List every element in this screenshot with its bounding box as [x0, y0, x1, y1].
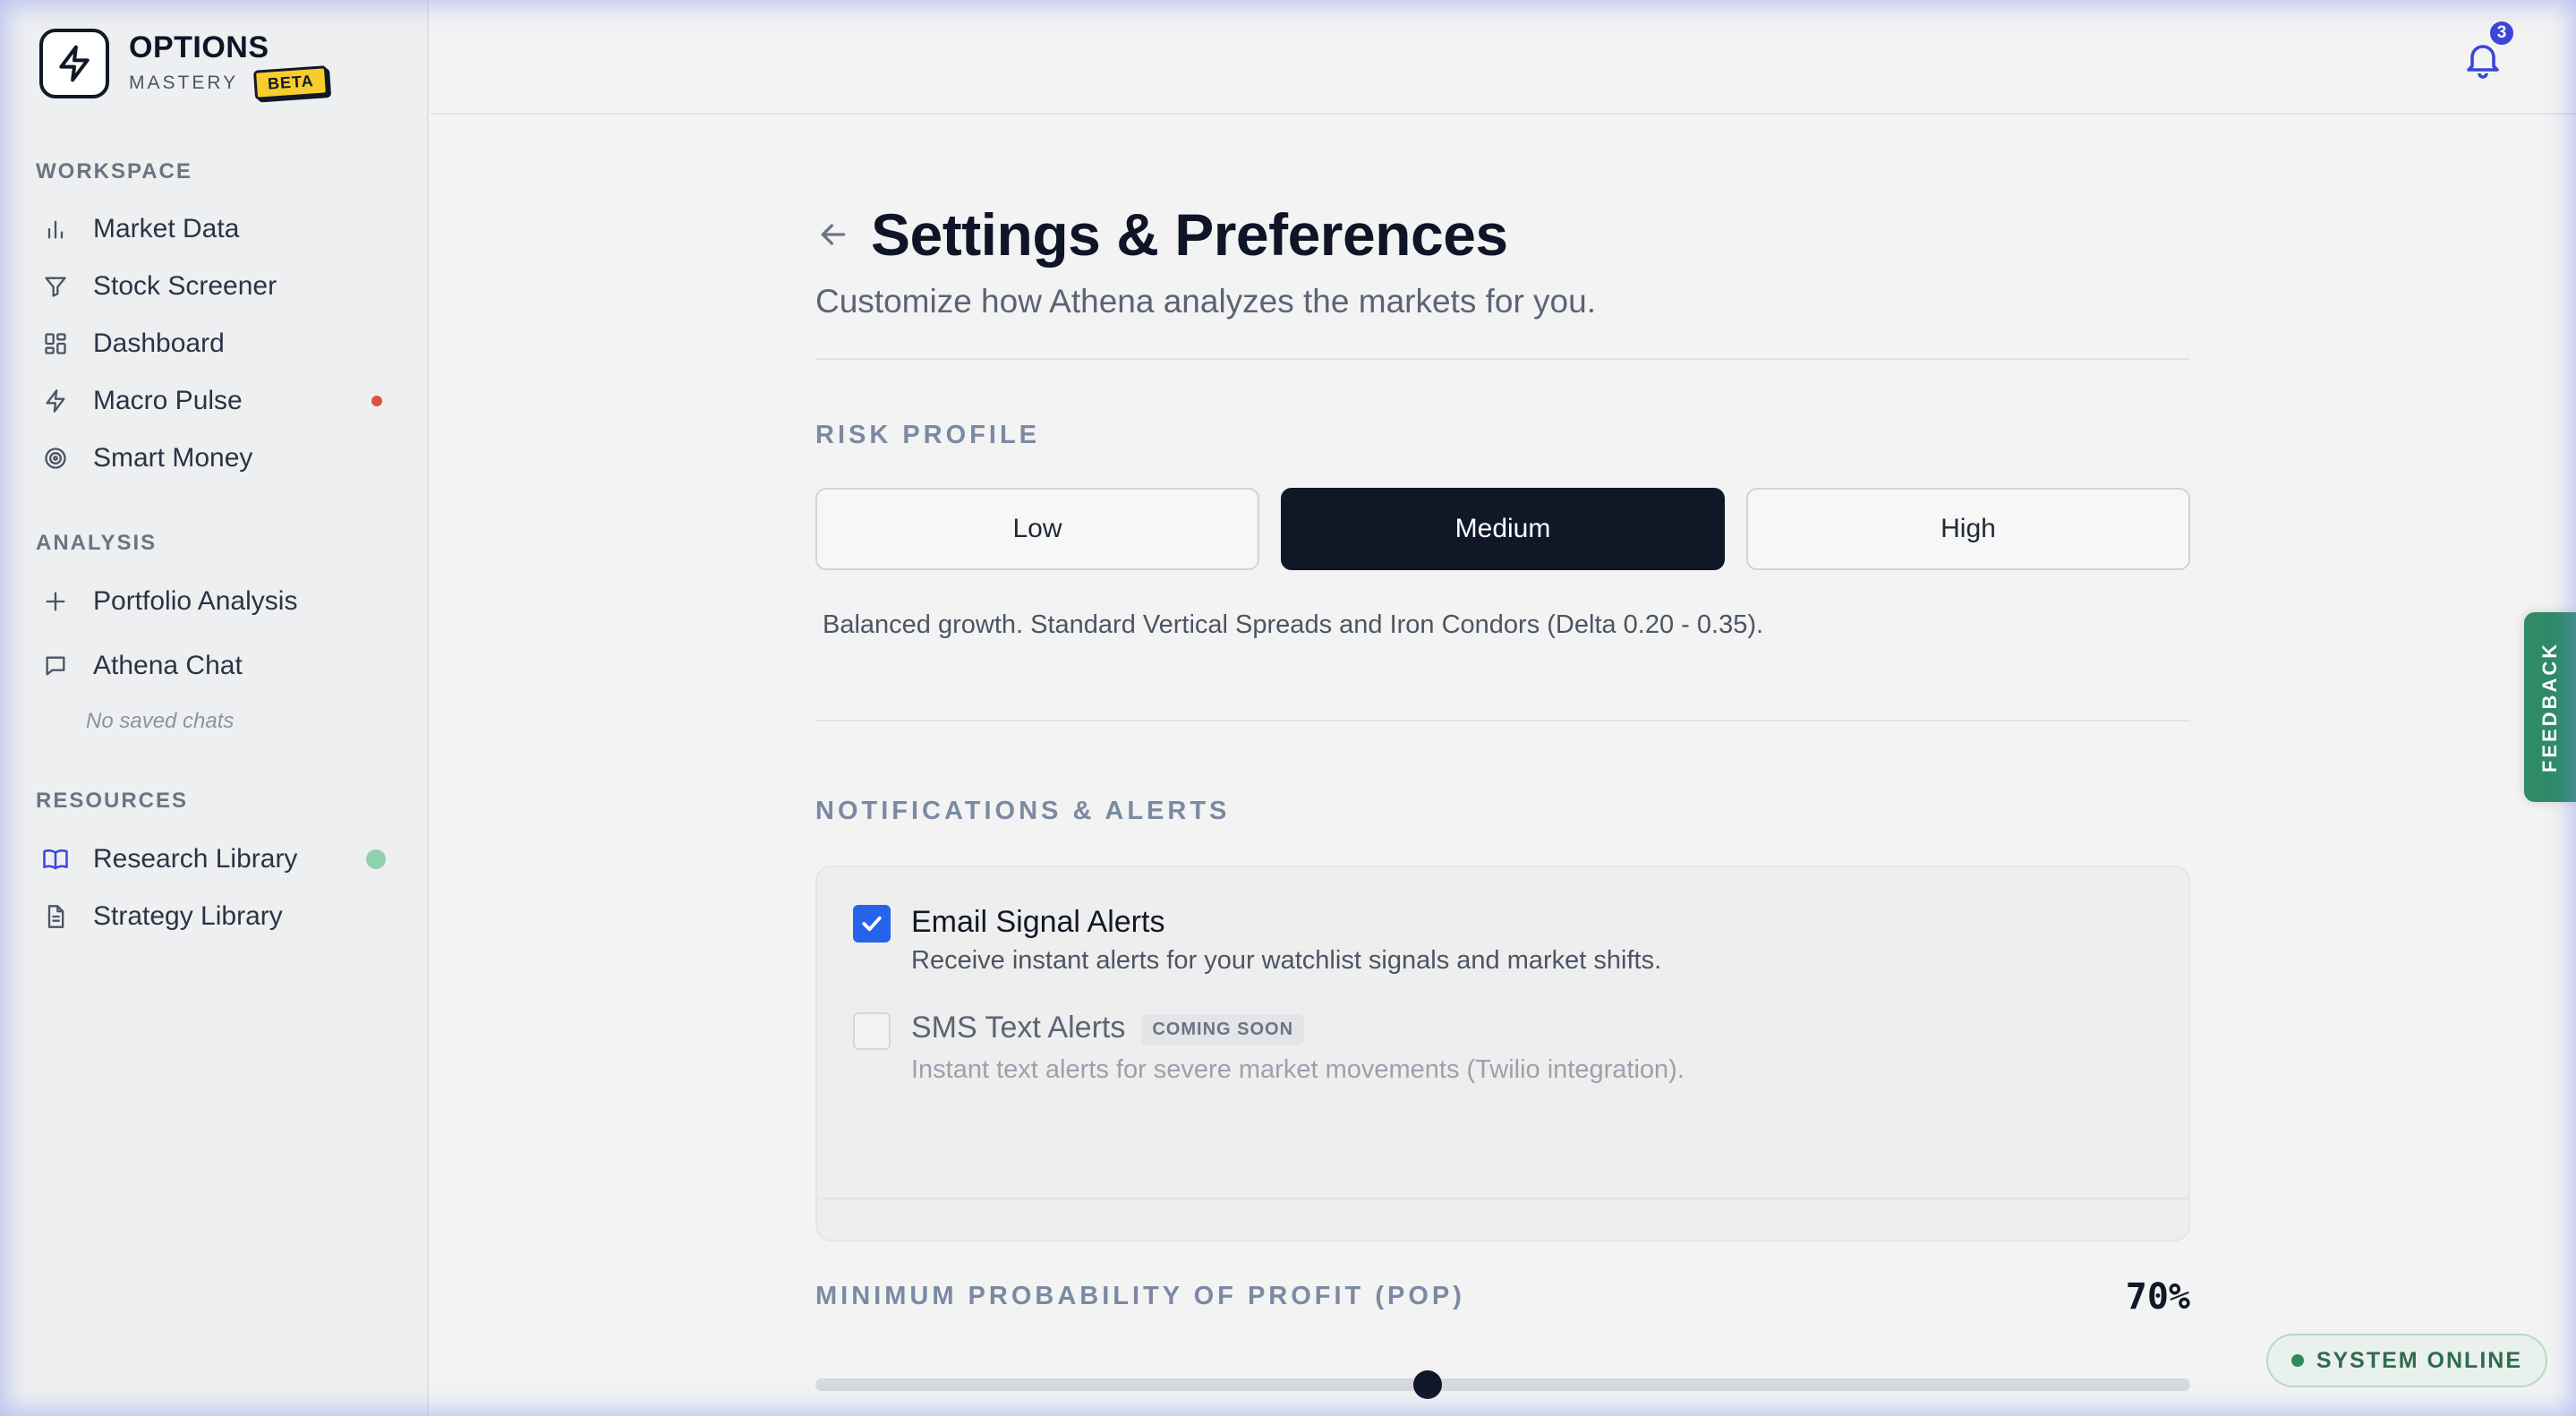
no-saved-chats-text: No saved chats [86, 709, 235, 733]
feedback-label: FEEDBACK [2538, 641, 2562, 773]
sidebar-item-macro-pulse[interactable]: Macro Pulse [39, 376, 391, 426]
pop-value: 70% [2125, 1276, 2190, 1318]
email-alerts-description: Receive instant alerts for your watchlis… [911, 946, 1662, 975]
sidebar-item-smart-money[interactable]: Smart Money [39, 433, 391, 483]
pop-slider[interactable] [815, 1370, 2190, 1399]
brand-title: OPTIONS [129, 30, 269, 64]
page-subtitle: Customize how Athena analyzes the market… [815, 283, 1596, 320]
sidebar-item-athena-chat[interactable]: Athena Chat [39, 641, 391, 691]
system-status-label: SYSTEM ONLINE [2316, 1347, 2522, 1373]
email-alerts-checkbox[interactable] [853, 905, 891, 943]
sidebar-item-strategy-library[interactable]: Strategy Library [39, 891, 391, 942]
risk-profile-label: RISK PROFILE [815, 421, 1041, 449]
analysis-section-label: ANALYSIS [36, 531, 158, 555]
lightning-logo-icon [39, 29, 109, 98]
feedback-tab[interactable]: FEEDBACK [2524, 612, 2576, 802]
system-status-badge: SYSTEM ONLINE [2265, 1334, 2547, 1387]
notifications-label: NOTIFICATIONS & ALERTS [815, 797, 1231, 825]
alert-indicator-dot [371, 396, 382, 406]
beta-badge: BETA [253, 65, 328, 100]
book-icon [39, 843, 72, 875]
brand-subtitle: MASTERY [129, 72, 239, 93]
checkmark-icon [862, 916, 882, 932]
risk-high-button[interactable]: High [1746, 488, 2190, 570]
sidebar-item-label: Macro Pulse [93, 386, 243, 415]
status-dot [2290, 1354, 2304, 1367]
sms-alerts-checkbox[interactable] [853, 1012, 891, 1050]
filter-icon [39, 270, 72, 303]
sidebar-item-label: Smart Money [93, 443, 253, 473]
lightning-icon [39, 385, 72, 417]
sms-alerts-title: SMS Text Alerts [911, 1011, 1126, 1045]
risk-low-button[interactable]: Low [815, 488, 1259, 570]
grid-icon [39, 328, 72, 360]
sidebar-item-label: Athena Chat [93, 651, 243, 680]
notifications-button[interactable]: 3 [2461, 20, 2515, 81]
resources-section-label: RESOURCES [36, 789, 189, 813]
page-title: Settings & Preferences [871, 201, 1508, 268]
sidebar-item-label: Portfolio Analysis [93, 586, 298, 616]
bar-chart-icon [39, 213, 72, 245]
target-icon [39, 442, 72, 474]
sidebar-item-label: Strategy Library [93, 901, 283, 931]
sidebar-item-label: Dashboard [93, 328, 225, 358]
pop-slider-thumb[interactable] [1412, 1370, 1442, 1399]
sidebar-item-stock-screener[interactable]: Stock Screener [39, 261, 391, 311]
sidebar: OPTIONS MASTERY BETA WORKSPACE Market Da… [0, 0, 429, 1416]
sidebar-item-research-library[interactable]: Research Library [39, 834, 391, 884]
divider [815, 720, 2190, 721]
email-alerts-title: Email Signal Alerts [911, 905, 1165, 939]
notification-count-badge: 3 [2488, 20, 2515, 47]
sidebar-item-market-data[interactable]: Market Data [39, 204, 391, 254]
risk-medium-button[interactable]: Medium [1281, 488, 1725, 570]
top-bar: 3 [431, 0, 2576, 115]
pop-label: MINIMUM PROBABILITY OF PROFIT (POP) [815, 1282, 1465, 1310]
brand-logo[interactable]: OPTIONS MASTERY BETA [39, 29, 328, 100]
divider [815, 1198, 2190, 1199]
sidebar-item-label: Stock Screener [93, 271, 277, 301]
document-icon [39, 900, 72, 933]
sidebar-item-dashboard[interactable]: Dashboard [39, 319, 391, 369]
sidebar-item-label: Research Library [93, 844, 298, 874]
sidebar-item-label: Market Data [93, 214, 240, 243]
divider [815, 358, 2190, 360]
workspace-section-label: WORKSPACE [36, 159, 192, 183]
plus-icon [39, 585, 72, 618]
sidebar-item-portfolio-analysis[interactable]: Portfolio Analysis [39, 576, 391, 627]
sms-alerts-description: Instant text alerts for severe market mo… [911, 1055, 1685, 1084]
chat-icon [39, 650, 72, 682]
notifications-card: Email Signal Alerts Receive instant aler… [815, 866, 2190, 1241]
status-indicator-dot [366, 849, 386, 869]
back-arrow-icon[interactable] [815, 217, 851, 252]
coming-soon-badge: COMING SOON [1141, 1013, 1305, 1045]
risk-description: Balanced growth. Standard Vertical Sprea… [823, 610, 1764, 639]
